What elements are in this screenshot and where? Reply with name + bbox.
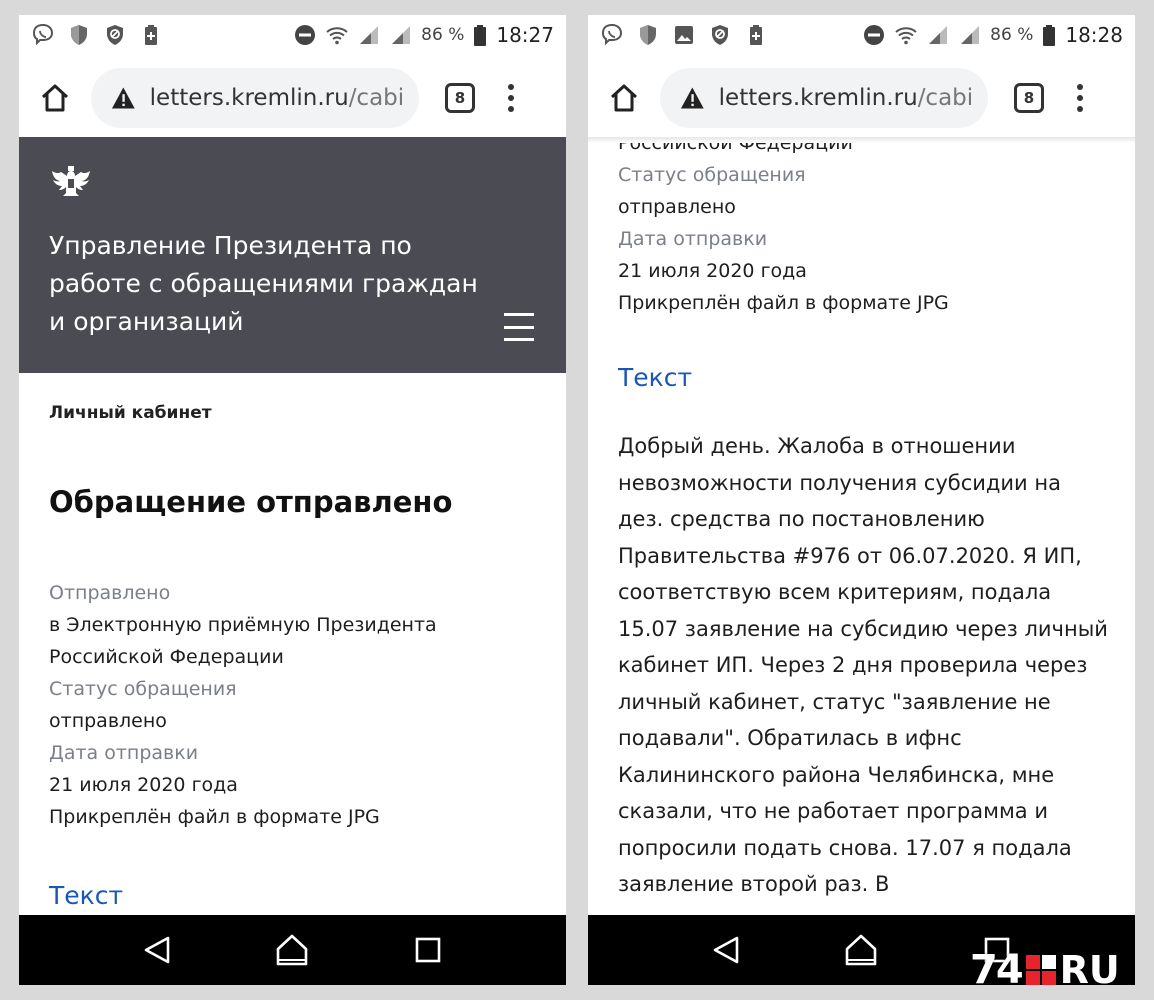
battery-percent: 86 % <box>421 25 465 45</box>
clock: 18:27 <box>496 23 554 47</box>
warning-icon <box>680 87 704 109</box>
nav-home-button[interactable] <box>841 930 881 970</box>
letter-meta: Отправлено в Электронную приёмную Презид… <box>49 577 539 833</box>
dnd-icon <box>295 25 316 45</box>
status-bar: 86 % 18:27 <box>19 15 566 55</box>
home-icon <box>610 84 638 112</box>
nav-home-icon <box>846 934 877 966</box>
back-button[interactable] <box>137 930 177 970</box>
date-value: 21 июля 2020 года <box>618 260 807 282</box>
recents-button[interactable] <box>408 930 448 970</box>
battery-plus-icon <box>750 25 762 45</box>
blocked-icon <box>107 25 123 45</box>
signal-icon <box>392 26 411 44</box>
clock: 18:28 <box>1065 23 1123 47</box>
battery-plus-icon <box>145 25 157 45</box>
url-path: /cabin <box>348 85 405 111</box>
text-heading: Текст <box>49 881 124 910</box>
site-watermark: 74 RU <box>970 947 1120 993</box>
signal-icon <box>961 26 980 44</box>
battery-icon <box>1043 25 1056 46</box>
date-label: Дата отправки <box>618 228 768 250</box>
date-value: 21 июля 2020 года <box>49 774 238 796</box>
status-value: отправлено <box>618 196 736 218</box>
site-header: Управление Президента по работе с обраще… <box>19 137 566 373</box>
tabs-icon[interactable]: 8 <box>1014 83 1044 113</box>
sent-to-value: в Электронную приёмную Президента Россий… <box>49 614 437 668</box>
browser-toolbar: letters.kremlin.ru/cabin 8 <box>588 59 1135 137</box>
back-button[interactable] <box>706 930 746 970</box>
attachment-note: Прикреплён файл в формате JPG <box>618 292 949 314</box>
browser-home-button[interactable] <box>33 76 77 120</box>
breadcrumb[interactable]: Личный кабинет <box>49 403 539 423</box>
nav-home-icon <box>277 934 308 966</box>
wifi-icon <box>326 27 348 45</box>
letter-text: Добрый день. Жалоба в отношении невозмож… <box>618 434 1108 896</box>
warning-icon <box>111 87 135 109</box>
tabs-icon[interactable]: 8 <box>445 83 475 113</box>
recents-icon <box>415 937 441 963</box>
page-content: Личный кабинет Обращение отправлено Отпр… <box>49 373 539 910</box>
blocked-icon <box>712 25 728 45</box>
watermark-suffix: RU <box>1059 948 1120 992</box>
status-bar: 86 % 18:28 <box>588 15 1135 55</box>
letter-meta: Российской Федерации Статус обращения от… <box>618 127 1108 319</box>
viber-icon <box>32 23 54 46</box>
battery-percent: 86 % <box>990 25 1034 45</box>
browser-home-button[interactable] <box>602 76 646 120</box>
url-domain: letters.kremlin.ru <box>149 85 349 111</box>
tab-count: 8 <box>454 89 466 107</box>
watermark-number: 74 <box>970 947 1024 993</box>
home-icon <box>41 84 69 112</box>
date-label: Дата отправки <box>49 742 199 764</box>
battery-icon <box>474 25 487 46</box>
tab-count: 8 <box>1023 89 1035 107</box>
status-label: Статус обращения <box>49 678 237 700</box>
text-heading: Текст <box>618 363 693 392</box>
emblem-icon <box>52 166 90 196</box>
back-icon <box>713 936 739 964</box>
more-vert-icon[interactable] <box>1074 84 1086 112</box>
hamburger-icon[interactable] <box>504 313 534 341</box>
status-value: отправлено <box>49 710 167 732</box>
watermark-logo-squares <box>1025 955 1056 985</box>
url-path: /cabin <box>917 85 974 111</box>
page-content-scrolled: Российской Федерации Статус обращения от… <box>618 127 1108 903</box>
browser-toolbar: letters.kremlin.ru/cabin 8 <box>19 59 566 137</box>
wifi-icon <box>895 27 917 45</box>
sent-to-label: Отправлено <box>49 582 171 604</box>
shield-icon <box>71 25 87 45</box>
more-vert-icon[interactable] <box>505 84 517 112</box>
url-field[interactable]: letters.kremlin.ru/cabin <box>660 68 988 128</box>
viber-icon <box>601 23 623 46</box>
status-label: Статус обращения <box>618 164 806 186</box>
signal-icon <box>929 26 948 44</box>
signal-icon <box>360 26 379 44</box>
org-title: Управление Президента по работе с обраще… <box>49 231 478 336</box>
phone-screen-left: 86 % 18:27 letters.kremlin.ru/cabin 8 Уп… <box>19 15 566 985</box>
phone-screen-right: Российской Федерации Статус обращения от… <box>588 15 1135 985</box>
url-domain: letters.kremlin.ru <box>718 85 918 111</box>
back-icon <box>144 936 170 964</box>
attachment-note: Прикреплён файл в формате JPG <box>49 806 380 828</box>
nav-home-button[interactable] <box>272 930 312 970</box>
android-nav-bar <box>19 915 566 985</box>
url-field[interactable]: letters.kremlin.ru/cabin <box>91 68 419 128</box>
shield-icon <box>640 25 656 45</box>
dnd-icon <box>864 25 885 45</box>
toolbar-shadow <box>588 137 1135 143</box>
image-icon <box>675 26 693 44</box>
page-title: Обращение отправлено <box>49 485 453 519</box>
